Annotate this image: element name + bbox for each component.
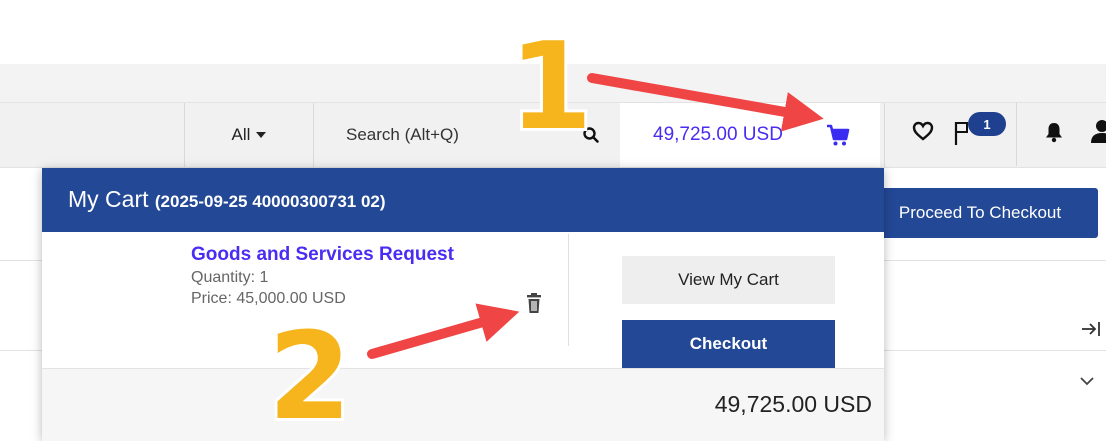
trash-icon[interactable] xyxy=(525,292,543,314)
notification-count-badge: 1 xyxy=(968,112,1006,136)
user-icon[interactable] xyxy=(1090,118,1106,144)
cart-item-name-link[interactable]: Goods and Services Request xyxy=(191,244,454,266)
cart-header: My Cart (2025-09-25 40000300731 02) xyxy=(42,168,884,232)
search-filter-label: All xyxy=(231,125,251,144)
cart-total-amount: 49,725.00 USD xyxy=(653,124,783,145)
cart-dropdown: My Cart (2025-09-25 40000300731 02) Good… xyxy=(42,168,884,441)
checkout-button[interactable]: Checkout xyxy=(622,320,835,368)
cart-item-price: Price: 45,000.00 USD xyxy=(191,290,346,307)
view-my-cart-button[interactable]: View My Cart xyxy=(622,256,835,304)
navbar-divider xyxy=(884,103,885,167)
cart-reference: (2025-09-25 40000300731 02) xyxy=(154,192,386,211)
cart-title: My Cart (2025-09-25 40000300731 02) xyxy=(68,186,386,213)
cart-icon[interactable] xyxy=(825,122,851,148)
proceed-to-checkout-button[interactable]: Proceed To Checkout xyxy=(862,188,1098,238)
cart-total-link[interactable]: 49,725.00 USD xyxy=(620,103,880,167)
divider xyxy=(568,234,569,346)
search-placeholder: Search (Alt+Q) xyxy=(346,125,459,144)
search-input[interactable]: Search (Alt+Q) xyxy=(314,103,620,167)
search-icon[interactable] xyxy=(582,126,600,144)
cart-item-quantity: Quantity: 1 xyxy=(191,269,269,286)
cart-footer: 49,725.00 USD xyxy=(42,368,884,441)
top-strip xyxy=(0,64,1106,102)
navbar-divider xyxy=(1016,102,1017,166)
cart-footer-total: 49,725.00 USD xyxy=(714,391,872,417)
chevron-down-icon[interactable] xyxy=(1078,374,1096,388)
caret-down-icon xyxy=(256,132,267,138)
bell-icon[interactable] xyxy=(1044,121,1064,143)
heart-icon[interactable] xyxy=(912,120,934,142)
collapse-panel-icon[interactable] xyxy=(1080,318,1102,340)
search-filter-dropdown[interactable]: All xyxy=(185,103,313,167)
top-navbar: All Search (Alt+Q) 49,725.00 USD xyxy=(0,102,1106,168)
cart-title-text: My Cart xyxy=(68,186,149,212)
